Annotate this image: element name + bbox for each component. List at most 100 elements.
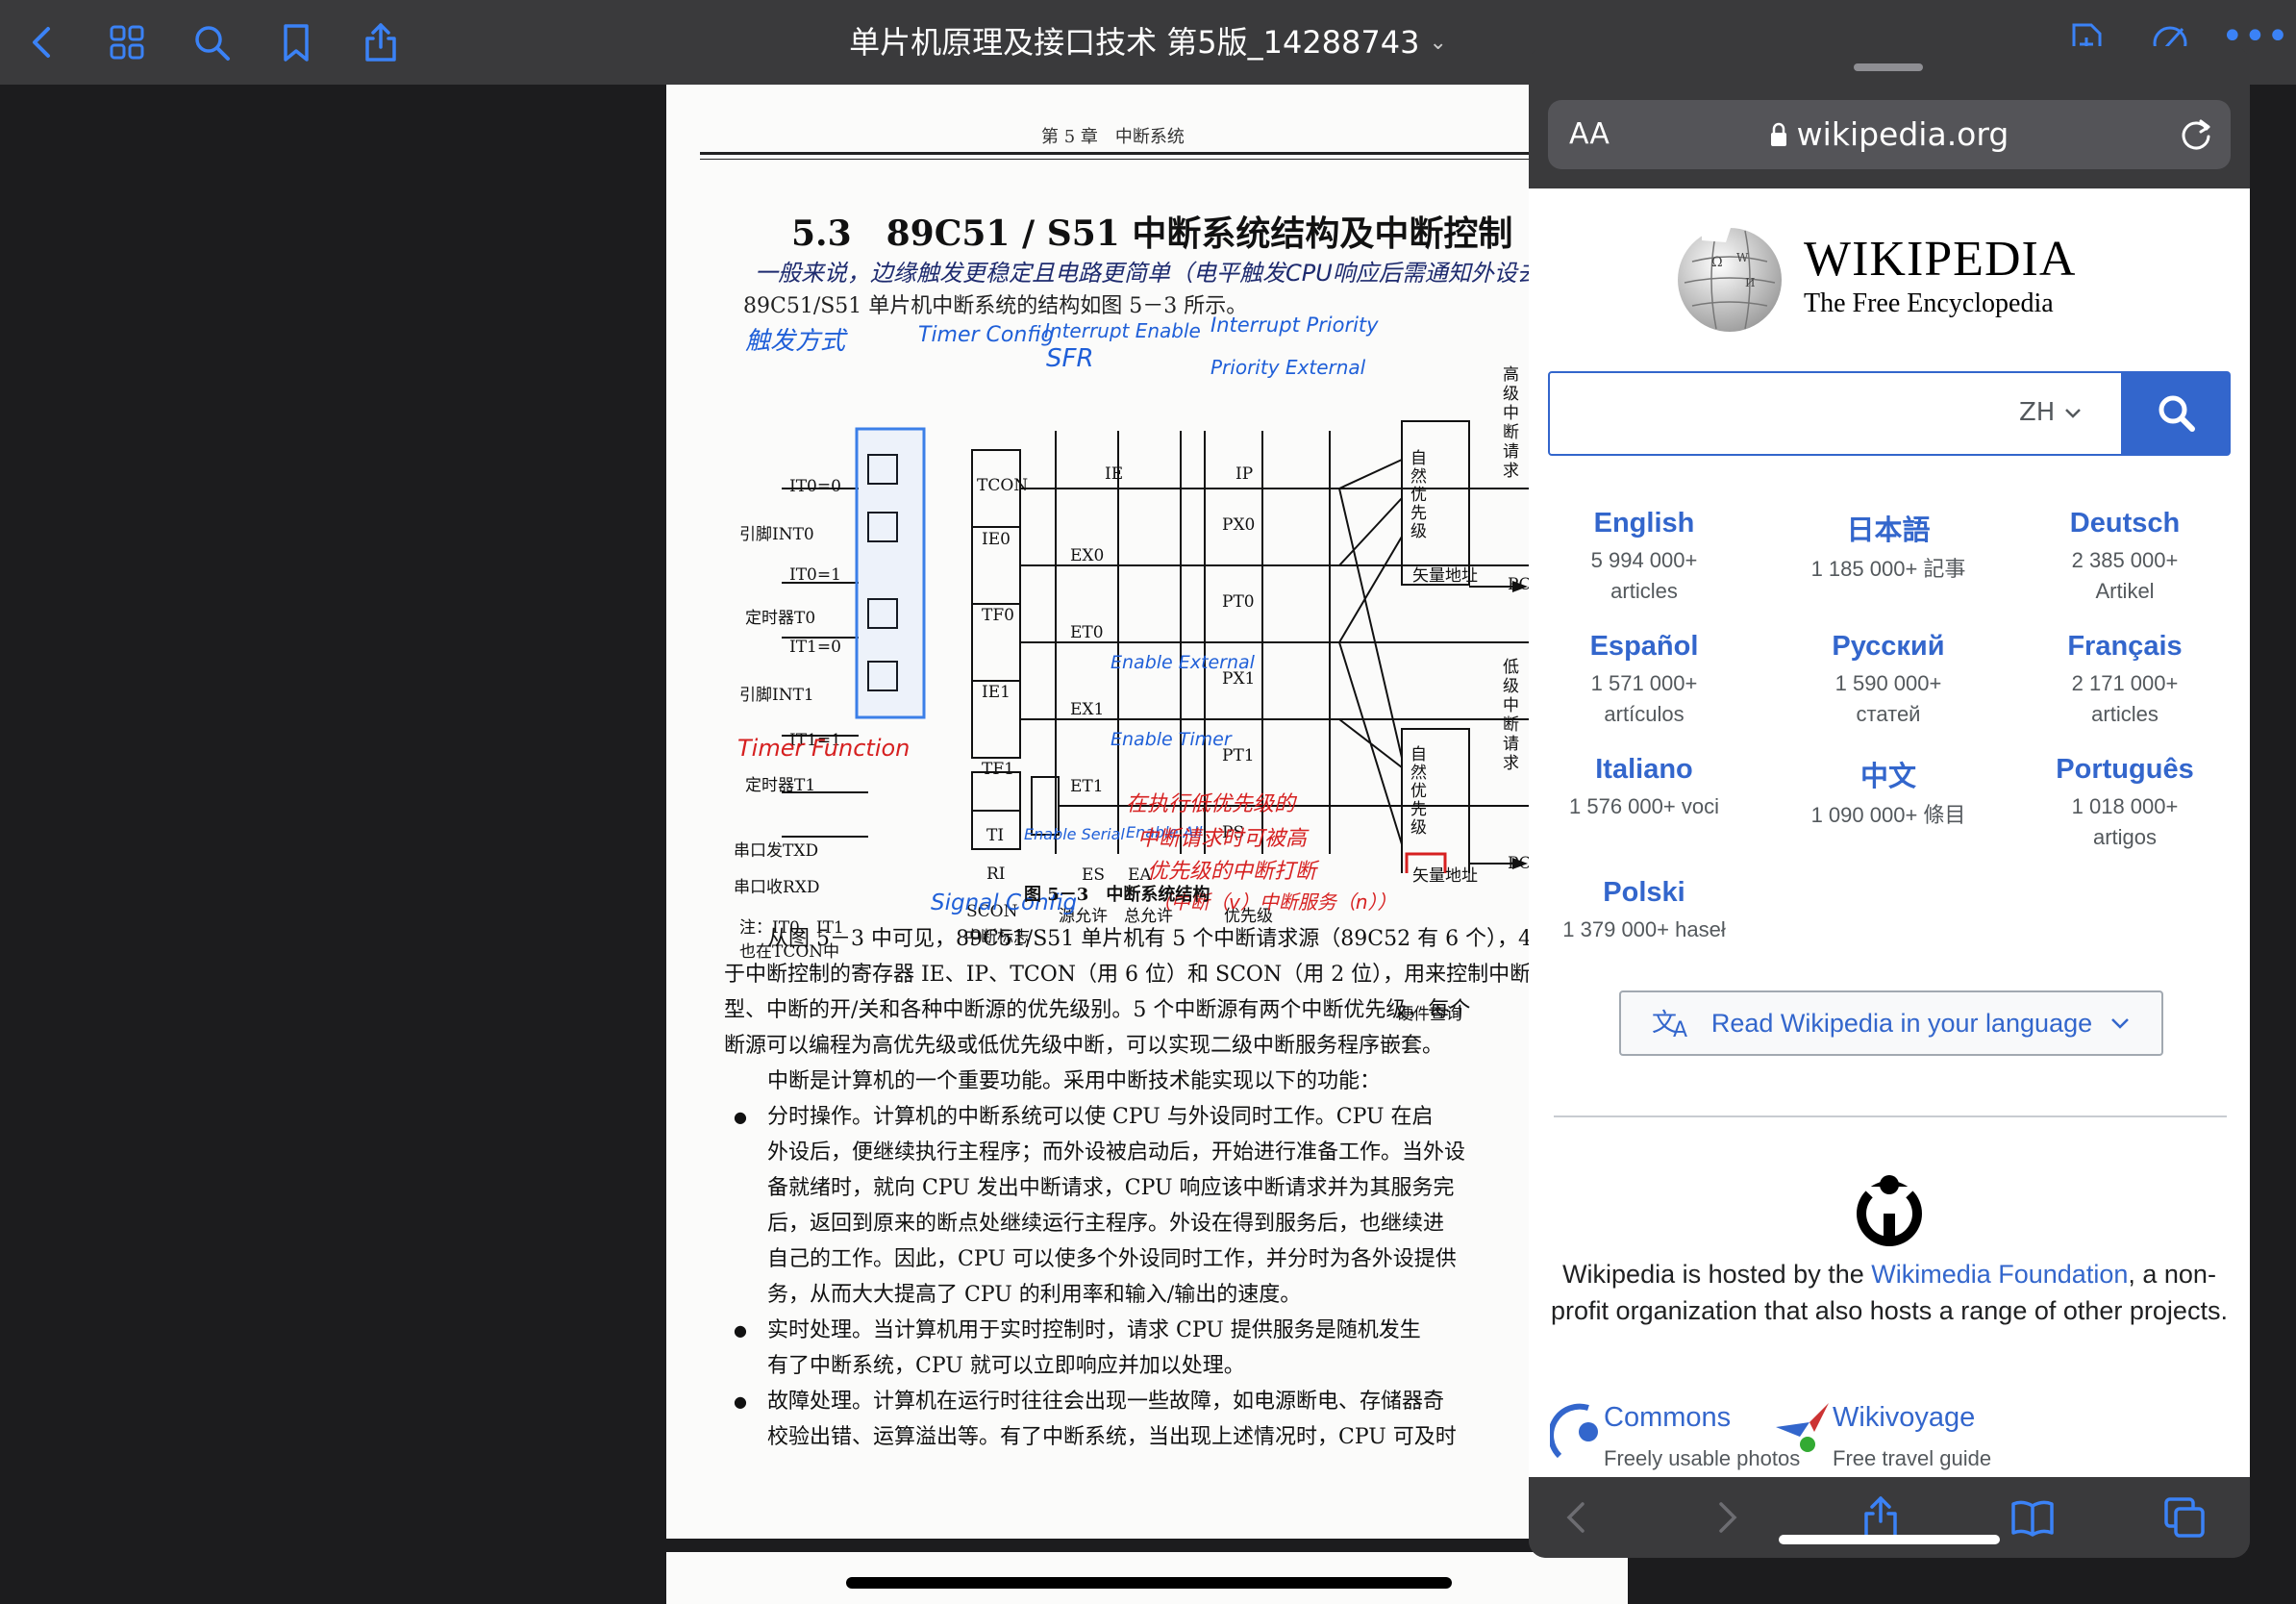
bookmark-button[interactable] xyxy=(267,13,325,71)
wikimedia-foundation-link[interactable]: Wikimedia Foundation xyxy=(1871,1260,2128,1289)
section-title: 5.3 89C51 / S51 中断系统结构及中断控制 xyxy=(791,213,1513,254)
lang-link-italian[interactable]: Italiano 1 576 000+ voci xyxy=(1529,754,1759,822)
thumbnails-button[interactable] xyxy=(98,13,156,71)
home-indicator[interactable] xyxy=(846,1577,1452,1589)
note-enable-external: Enable External xyxy=(1111,652,1255,673)
tabs-icon xyxy=(2164,1497,2205,1538)
search-form: ZH xyxy=(1548,371,2231,456)
svg-text:И: И xyxy=(1745,276,1755,289)
wikipedia-wordmark: WIKIPEDIA xyxy=(1804,232,2077,287)
url-text[interactable]: wikipedia.org xyxy=(1797,115,2009,153)
chevron-down-icon[interactable]: ⌄ xyxy=(1429,31,1446,55)
wikivoyage-icon xyxy=(1776,1403,1829,1452)
lang-link-german[interactable]: Deutsch 2 385 000+ Artikel xyxy=(2009,508,2240,607)
flag-ri: RI xyxy=(986,865,1006,884)
label-pin-int1: 引脚INT1 xyxy=(739,686,814,705)
lock-icon xyxy=(1770,122,1786,146)
slide-over-grabber[interactable] xyxy=(1854,63,1923,71)
translate-icon: 文A xyxy=(1652,1009,1687,1040)
share-button[interactable] xyxy=(352,13,410,71)
address-bar[interactable]: AA wikipedia.org xyxy=(1548,100,2231,169)
note-interrupt-enable: Interrupt Enable xyxy=(1044,319,1201,342)
label-pc-high: PC xyxy=(1508,575,1532,594)
note-interrupt-priority: Interrupt Priority xyxy=(1210,313,1379,337)
share-icon xyxy=(365,23,396,62)
body-line: 于中断控制的寄存器 IE、IP、TCON（用 6 位）和 SCON（用 2 位）… xyxy=(724,963,1553,987)
high-block-vector: 矢量地址 xyxy=(1412,566,1478,586)
grid-icon xyxy=(110,25,144,60)
tabs-button[interactable] xyxy=(2158,1491,2211,1544)
search-button[interactable] xyxy=(183,13,240,71)
lang-link-chinese[interactable]: 中文 1 090 000+ 條目 xyxy=(1773,754,2004,831)
label-low-request: 低级中断请求 xyxy=(1503,658,1519,773)
body-line: 断源可以编程为高优先级或低优先级中断，可以实现二级中断服务程序嵌套。 xyxy=(724,1034,1444,1058)
commons-link[interactable]: Commons xyxy=(1604,1402,1731,1434)
wikipedia-portal: Ω W И WIKIPEDIA The Free Encyclopedia ZH… xyxy=(1529,188,2250,1477)
flag-tf0: TF0 xyxy=(982,606,1014,625)
body-line: 从图 5－3 中可见，89C51/S51 单片机有 5 个中断请求源（89C52… xyxy=(767,927,1560,951)
bit-px0: PX0 xyxy=(1222,515,1256,535)
flag-tf1: TF1 xyxy=(982,760,1014,779)
chevron-down-icon xyxy=(2111,1018,2130,1029)
chevron-left-icon xyxy=(1566,1502,1585,1533)
wikivoyage-link[interactable]: Wikivoyage xyxy=(1833,1402,1975,1434)
lang-link-spanish[interactable]: Español 1 571 000+ artículos xyxy=(1529,631,1759,730)
body-line: 务，从而大大提高了 CPU 的利用率和输入/输出的速度。 xyxy=(767,1283,1302,1307)
note-nesting-1: 在执行低优先级的 xyxy=(1126,792,1296,816)
handwritten-note-top: 一般来说，边缘触发更稳定且电路更简单（电平触发CPU响应后需通知外设去除低电平） xyxy=(755,260,1620,287)
note-nesting-2: 中断请求时可被高 xyxy=(1137,827,1308,851)
bookmarks-button[interactable] xyxy=(2006,1491,2059,1544)
label-it0-1: IT0=1 xyxy=(789,565,841,585)
bit-ex0: EX0 xyxy=(1070,546,1105,565)
flag-ie0: IE0 xyxy=(982,530,1011,549)
browser-back-button[interactable] xyxy=(1550,1491,1604,1544)
chevron-down-icon xyxy=(2064,409,2081,418)
search-language-select[interactable]: ZH xyxy=(2019,371,2083,454)
body-line: 外设后，便继续执行主程序；而外设被启动后，开始进行准备工作。当外设 xyxy=(767,1140,1466,1165)
body-line: 校验出错、运算溢出等。有了中断系统，当出现上述情况时，CPU 可及时 xyxy=(767,1425,1457,1449)
section-divider xyxy=(1554,1115,2227,1117)
read-in-your-language-button[interactable]: 文A Read Wikipedia in your language xyxy=(1619,990,2163,1056)
chevron-right-icon xyxy=(1719,1502,1737,1533)
lang-link-polish[interactable]: Polski 1 379 000+ haseł xyxy=(1529,877,1759,945)
label-ip: IP xyxy=(1235,464,1254,484)
note-trigger-mode: 触发方式 xyxy=(745,327,846,356)
label-pin-int0: 引脚INT0 xyxy=(739,525,814,544)
note-enable-timer: Enable Timer xyxy=(1111,729,1232,750)
lang-link-japanese[interactable]: 日本語 1 185 000+ 記事 xyxy=(1773,508,2004,585)
slide-over-home-indicator[interactable] xyxy=(1779,1535,2000,1544)
back-button[interactable] xyxy=(13,13,71,71)
label-ie: IE xyxy=(1105,464,1124,484)
body-line: 后，返回到原来的断点处继续运行主程序。外设在得到服务后，也继续进 xyxy=(767,1212,1445,1236)
svg-text:W: W xyxy=(1736,251,1749,264)
wikipedia-globe-logo: Ω W И xyxy=(1678,228,1782,332)
search-icon xyxy=(195,26,230,61)
body-line: 有了中断系统，CPU 就可以立即响应并加以处理。 xyxy=(767,1354,1245,1378)
search-icon xyxy=(2159,395,2195,432)
label-serial-rxd: 串口收RXD xyxy=(734,878,820,897)
body-line: 中断是计算机的一个重要功能。采用中断技术能实现以下的功能： xyxy=(767,1069,1382,1093)
lang-link-french[interactable]: Français 2 171 000+ articles xyxy=(2009,631,2240,730)
bit-et0: ET0 xyxy=(1070,623,1104,642)
label-it0-0: IT0=0 xyxy=(789,477,841,496)
book-icon xyxy=(2011,1500,2054,1537)
body-paragraphs: 从图 5－3 中可见，89C51/S51 单片机有 5 个中断请求源（89C52… xyxy=(724,921,1618,1455)
label-serial-txd: 串口发TXD xyxy=(734,841,819,861)
note-priority-external: Priority External xyxy=(1210,356,1366,379)
lang-link-russian[interactable]: Русский 1 590 000+ статей xyxy=(1773,631,2004,730)
body-line: 备就绪时，就向 CPU 发出中断请求，CPU 响应该中断请求并为其服务完 xyxy=(767,1176,1455,1200)
low-block-vector: 矢量地址 xyxy=(1412,866,1478,886)
lang-link-english[interactable]: English 5 994 000+ articles xyxy=(1529,508,1759,607)
browser-forward-button[interactable] xyxy=(1700,1491,1754,1544)
reload-icon[interactable] xyxy=(2177,115,2215,154)
body-line: 型、中断的开/关和各种中断源的优先级别。5 个中断源有两个中断优先级，每个 xyxy=(724,998,1471,1022)
search-button[interactable] xyxy=(2123,371,2231,456)
note-sfr: SFR xyxy=(1046,344,1094,373)
document-title[interactable]: 单片机原理及接口技术 第5版_14288743 xyxy=(849,24,1419,61)
note-timer-function: Timer Function xyxy=(737,735,911,762)
note-enable-serial: Enable Serial xyxy=(1024,825,1125,843)
wikimedia-logo xyxy=(1857,1175,1922,1246)
lang-link-portuguese[interactable]: Português 1 018 000+ artigos xyxy=(2009,754,2240,853)
high-block-natural: 自然优先级 xyxy=(1410,449,1427,541)
bullet-item: 实时处理。当计算机用于实时控制时，请求 CPU 提供服务是随机发生 xyxy=(724,1313,1618,1348)
